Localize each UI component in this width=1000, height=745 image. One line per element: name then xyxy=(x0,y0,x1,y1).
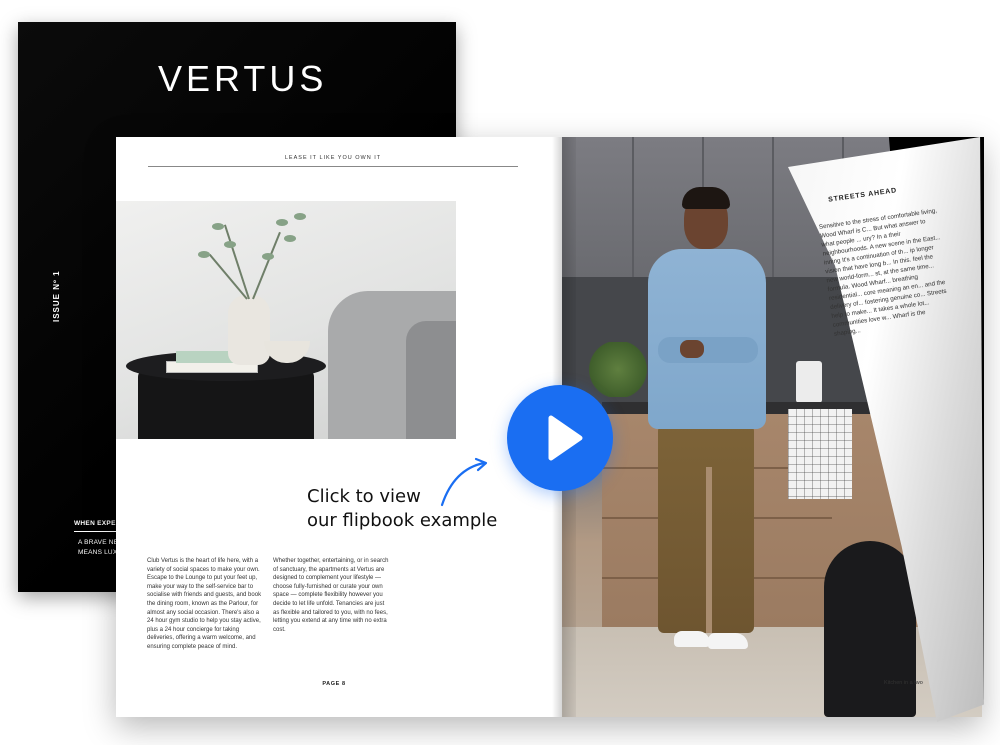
plant-stem xyxy=(252,231,281,300)
sofa-cushion xyxy=(406,321,456,439)
leaf xyxy=(224,241,236,248)
shoe xyxy=(708,633,748,649)
cover-logo: VERTUS xyxy=(158,58,328,99)
running-head: LEASE IT LIKE YOU OWN IT xyxy=(148,155,518,167)
body-text-column-2: Whether together, entertaining, or in se… xyxy=(273,558,389,633)
floor xyxy=(562,627,982,717)
cta-line-1: Click to view xyxy=(307,486,421,507)
leaf xyxy=(276,219,288,226)
leaf xyxy=(294,213,306,220)
person-folded-arms xyxy=(658,337,758,363)
dining-chair xyxy=(824,541,916,717)
leg-gap xyxy=(706,467,712,633)
person-hand xyxy=(680,340,704,358)
vase xyxy=(228,295,270,365)
leaf xyxy=(284,235,296,242)
cabinet-seam xyxy=(632,137,634,277)
shoe xyxy=(674,631,710,647)
interior-photo xyxy=(116,201,456,439)
person-hair xyxy=(682,187,730,209)
leaf xyxy=(262,253,274,260)
utensil-pot xyxy=(796,361,822,403)
page-number: PAGE 8 xyxy=(322,681,346,687)
leaf xyxy=(198,251,210,258)
left-page: LEASE IT LIKE YOU OWN IT Club Vertus is … xyxy=(116,137,562,717)
play-icon xyxy=(548,415,583,461)
cover-issue-label: ISSUE Nº 1 xyxy=(52,270,61,322)
photo-caption: Kitchen in a two xyxy=(884,680,923,686)
flipbook-cta-link[interactable]: Click to view our flipbook example xyxy=(307,485,517,533)
curling-page-text: Sensitive to the stress of comfortable l… xyxy=(818,207,947,338)
body-text-column-1: Club Vertus is the heart of life here, w… xyxy=(147,558,262,650)
cta-line-2: our flipbook example xyxy=(307,510,498,531)
play-button[interactable] xyxy=(507,385,613,491)
leaf xyxy=(212,223,224,230)
tea-towel xyxy=(788,409,852,499)
cabinet-seam xyxy=(772,137,774,277)
